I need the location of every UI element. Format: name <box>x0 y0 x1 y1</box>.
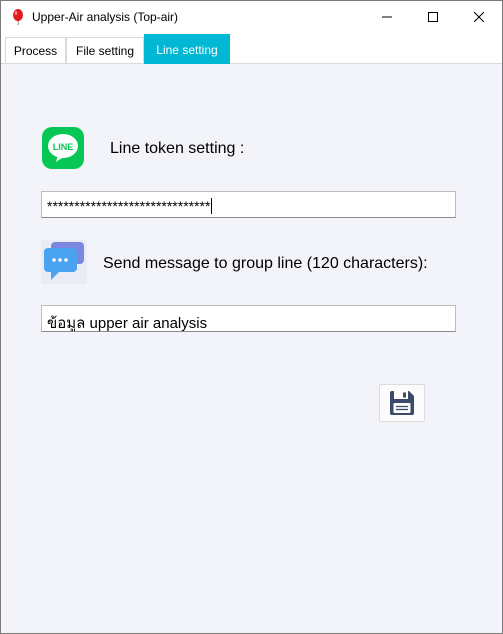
line-icon-text: LINE <box>53 142 74 152</box>
floppy-disk-icon <box>390 391 414 415</box>
group-message-label: Send message to group line (120 characte… <box>103 255 428 272</box>
chat-bubbles-icon <box>41 240 87 284</box>
tab-line-setting[interactable]: Line setting <box>144 34 230 64</box>
maximize-icon <box>428 12 438 22</box>
window-title: Upper-Air analysis (Top-air) <box>32 10 179 24</box>
line-token-input[interactable]: ****************************** <box>41 191 456 218</box>
group-message-value: ข้อมูล upper air analysis <box>47 315 208 332</box>
save-button[interactable] <box>379 384 425 422</box>
line-token-value: ****************************** <box>47 198 211 214</box>
tab-bar: Process File setting Line setting <box>1 33 502 64</box>
close-icon <box>474 12 484 22</box>
close-button[interactable] <box>456 1 502 33</box>
line-token-label: Line token setting : <box>110 140 245 157</box>
line-app-icon: LINE <box>41 126 85 170</box>
tab-file-setting[interactable]: File setting <box>66 37 144 63</box>
group-message-input[interactable]: ข้อมูล upper air analysis <box>41 305 456 332</box>
maximize-button[interactable] <box>410 1 456 33</box>
minimize-button[interactable] <box>364 1 410 33</box>
app-window: Upper-Air analysis (Top-air) Process Fil… <box>0 0 503 634</box>
title-bar: Upper-Air analysis (Top-air) <box>1 1 502 33</box>
balloon-icon <box>13 9 23 25</box>
text-caret <box>211 198 213 214</box>
tab-process[interactable]: Process <box>5 37 66 63</box>
minimize-icon <box>382 16 392 18</box>
